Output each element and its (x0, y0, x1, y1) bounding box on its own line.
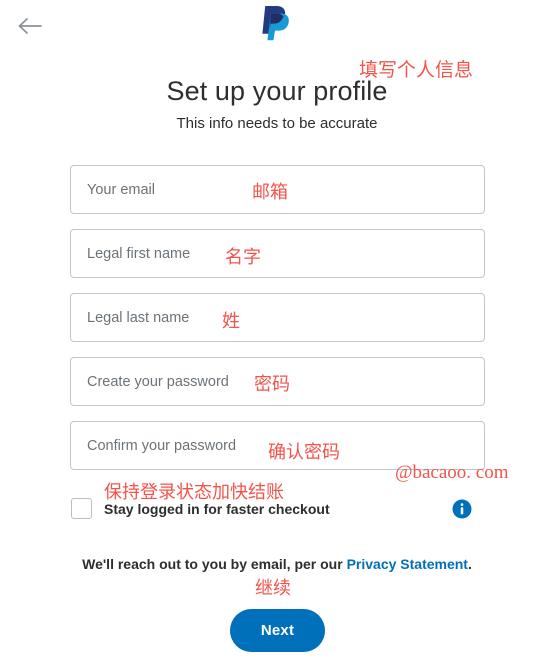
password-field-label: Create your password (87, 373, 229, 390)
last-name-field[interactable]: Legal last name (70, 293, 485, 342)
signup-form: Your email Legal first name Legal last n… (70, 165, 485, 485)
email-field[interactable]: Your email (70, 165, 485, 214)
first-name-field-label: Legal first name (87, 245, 191, 262)
stay-logged-in-row[interactable]: Stay logged in for faster checkout (71, 498, 330, 519)
stay-logged-in-checkbox[interactable] (71, 498, 92, 519)
next-button[interactable]: Next (230, 609, 325, 652)
stay-logged-in-label[interactable]: Stay logged in for faster checkout (104, 501, 330, 517)
privacy-statement-line: We'll reach out to you by email, per our… (0, 555, 554, 574)
privacy-statement-link[interactable]: Privacy Statement (347, 556, 468, 572)
privacy-text-after: . (467, 556, 472, 572)
paypal-logo-icon (261, 4, 293, 47)
email-field-label: Your email (87, 181, 155, 198)
confirm-password-field[interactable]: Confirm your password (70, 421, 485, 470)
info-circle-icon[interactable] (452, 499, 472, 519)
password-field[interactable]: Create your password (70, 357, 485, 406)
page-title: Set up your profile (166, 76, 388, 106)
first-name-field[interactable]: Legal first name (70, 229, 485, 278)
page-subtitle: This info needs to be accurate (176, 115, 378, 132)
privacy-text-before: We'll reach out to you by email, per our (82, 556, 347, 572)
annotation-next: 继续 (255, 578, 291, 599)
confirm-password-field-label: Confirm your password (87, 437, 237, 454)
last-name-field-label: Legal last name (87, 309, 190, 326)
paypal-logo (0, 5, 554, 45)
